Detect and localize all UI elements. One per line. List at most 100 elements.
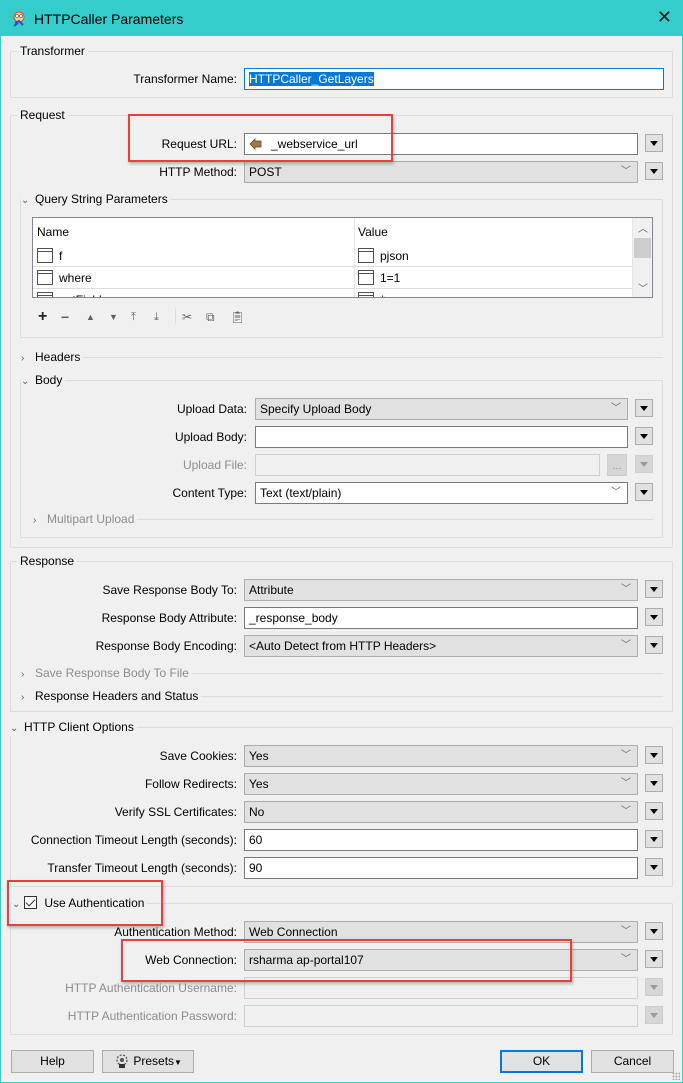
save-to-file-title: Save Response Body To File	[35, 666, 189, 680]
web-connection-value: rsharma ap-portal107	[249, 953, 364, 967]
transformer-name-label: Transformer Name:	[133, 72, 237, 86]
upload-body-input[interactable]	[255, 426, 628, 448]
web-connection-select[interactable]: rsharma ap-portal107 ﹀	[244, 949, 638, 971]
follow-redirects-select[interactable]: Yes ﹀	[244, 773, 638, 795]
headers-title: Headers	[35, 350, 81, 364]
follow-redirects-menu-button[interactable]	[645, 774, 663, 792]
param-value-cell[interactable]: pjson	[358, 245, 409, 267]
move-bottom-icon[interactable]: ⤓	[154, 309, 159, 325]
scroll-thumb[interactable]	[634, 238, 651, 258]
param-name-cell[interactable]: f	[37, 245, 62, 267]
body-toggle[interactable]: ⌄ Body	[21, 373, 66, 389]
auth-username-input[interactable]	[244, 977, 638, 999]
transfer-timeout-menu-button[interactable]	[645, 858, 663, 876]
presets-gear-icon	[116, 1054, 128, 1068]
remove-row-icon[interactable]: −	[61, 309, 69, 325]
content-type-menu-button[interactable]	[635, 483, 653, 501]
http-method-menu-button[interactable]	[645, 162, 663, 180]
window-title: HTTPCaller Parameters	[34, 11, 184, 27]
dialog-window: HTTPCaller Parameters ✕ Transformer Tran…	[0, 0, 683, 1083]
close-icon[interactable]: ✕	[657, 8, 672, 26]
cut-icon[interactable]: ✂	[182, 309, 192, 325]
upload-body-menu-button[interactable]	[635, 427, 653, 445]
response-attribute-menu-button[interactable]	[645, 608, 663, 626]
title-bar[interactable]: HTTPCaller Parameters ✕	[1, 1, 683, 36]
content-type-label: Content Type:	[172, 486, 248, 500]
move-top-icon[interactable]: ⤒	[131, 309, 136, 325]
param-value-cell[interactable]: 1=1	[358, 267, 400, 289]
client-options-toggle[interactable]: ⌄ HTTP Client Options	[10, 720, 137, 736]
param-value: 1=1	[380, 271, 401, 285]
param-name-cell[interactable]: outFields	[37, 289, 108, 297]
response-headers-status-toggle[interactable]: › Response Headers and Status	[21, 689, 202, 705]
response-attribute-label: Response Body Attribute:	[101, 611, 237, 625]
query-params-table: Name Value f pjson where 1=1 outFields *…	[32, 217, 653, 298]
query-params-toggle[interactable]: ⌄ Query String Parameters	[21, 192, 171, 208]
scroll-up-icon[interactable]: ︿	[638, 220, 648, 235]
authentication-toggle[interactable]: ⌄ Use Authentication	[12, 896, 148, 912]
save-response-to-select[interactable]: Attribute ﹀	[244, 579, 638, 601]
auth-username-menu-button[interactable]	[645, 978, 663, 996]
authentication-title: Use Authentication	[44, 896, 145, 910]
auth-password-menu-button[interactable]	[645, 1006, 663, 1024]
request-url-input[interactable]: _webservice_url	[244, 133, 638, 155]
table-row[interactable]: outFields *	[33, 289, 633, 297]
param-value: pjson	[380, 249, 409, 263]
save-response-to-menu-button[interactable]	[645, 580, 663, 598]
connection-timeout-menu-button[interactable]	[645, 830, 663, 848]
column-header-value[interactable]: Value	[358, 225, 388, 239]
column-header-name[interactable]: Name	[37, 225, 69, 239]
save-cookies-select[interactable]: Yes ﹀	[244, 745, 638, 767]
cancel-button[interactable]: Cancel	[591, 1050, 674, 1073]
connection-timeout-input[interactable]: 60	[244, 829, 638, 851]
use-authentication-checkbox[interactable]	[24, 896, 37, 910]
presets-button[interactable]: Presets▼	[102, 1050, 194, 1073]
upload-data-select[interactable]: Specify Upload Body ﹀	[255, 398, 628, 420]
auth-password-input[interactable]	[244, 1005, 638, 1027]
move-up-icon[interactable]: ▲	[86, 309, 95, 325]
response-encoding-menu-button[interactable]	[645, 636, 663, 654]
request-url-menu-button[interactable]	[645, 134, 663, 152]
auth-method-select[interactable]: Web Connection ﹀	[244, 921, 638, 943]
save-cookies-menu-button[interactable]	[645, 746, 663, 764]
chevron-right-icon: ›	[21, 692, 25, 703]
upload-file-input[interactable]	[255, 454, 600, 476]
upload-file-label: Upload File:	[182, 458, 247, 472]
transfer-timeout-input[interactable]: 90	[244, 857, 638, 879]
add-row-icon[interactable]: +	[38, 309, 47, 325]
table-row[interactable]: where 1=1	[33, 267, 633, 289]
response-encoding-select[interactable]: <Auto Detect from HTTP Headers> ﹀	[244, 635, 638, 657]
verify-ssl-menu-button[interactable]	[645, 802, 663, 820]
browse-file-button[interactable]: ...	[607, 454, 627, 476]
upload-file-menu-button[interactable]	[635, 455, 653, 473]
content-type-select[interactable]: Text (text/plain) ﹀	[255, 482, 628, 504]
resize-grip[interactable]	[672, 1072, 680, 1080]
transfer-timeout-label: Transfer Timeout Length (seconds):	[47, 861, 237, 875]
scroll-down-icon[interactable]: ﹀	[638, 280, 648, 295]
transformer-name-input[interactable]: HTTPCaller_GetLayers	[244, 68, 664, 90]
verify-ssl-select[interactable]: No ﹀	[244, 801, 638, 823]
http-method-select[interactable]: POST ﹀	[244, 161, 638, 183]
help-button[interactable]: Help	[11, 1050, 94, 1073]
auth-method-menu-button[interactable]	[645, 922, 663, 940]
copy-icon[interactable]: ⧉	[206, 309, 215, 325]
chevron-down-icon: ﹀	[621, 926, 631, 937]
chevron-down-icon: ﹀	[621, 166, 631, 177]
multipart-upload-toggle[interactable]: › Multipart Upload	[33, 512, 138, 528]
save-to-file-toggle[interactable]: › Save Response Body To File	[21, 666, 192, 682]
param-name-cell[interactable]: where	[37, 267, 92, 289]
toolbar-separator	[175, 308, 176, 324]
param-value-cell[interactable]: *	[358, 289, 385, 297]
table-scrollbar[interactable]: ︿ ﹀	[632, 218, 652, 297]
headers-divider	[21, 357, 663, 358]
response-attribute-input[interactable]: _response_body	[244, 607, 638, 629]
upload-data-menu-button[interactable]	[635, 399, 653, 417]
table-row[interactable]: f pjson	[33, 245, 633, 267]
headers-toggle[interactable]: › Headers	[21, 350, 84, 366]
move-down-icon[interactable]: ▼	[109, 309, 118, 325]
web-connection-menu-button[interactable]	[645, 950, 663, 968]
chevron-down-icon: ﹀	[621, 640, 631, 651]
ok-button[interactable]: OK	[500, 1050, 583, 1073]
chevron-down-icon: ﹀	[621, 750, 631, 761]
paste-icon[interactable]: 📋︎	[230, 309, 245, 325]
